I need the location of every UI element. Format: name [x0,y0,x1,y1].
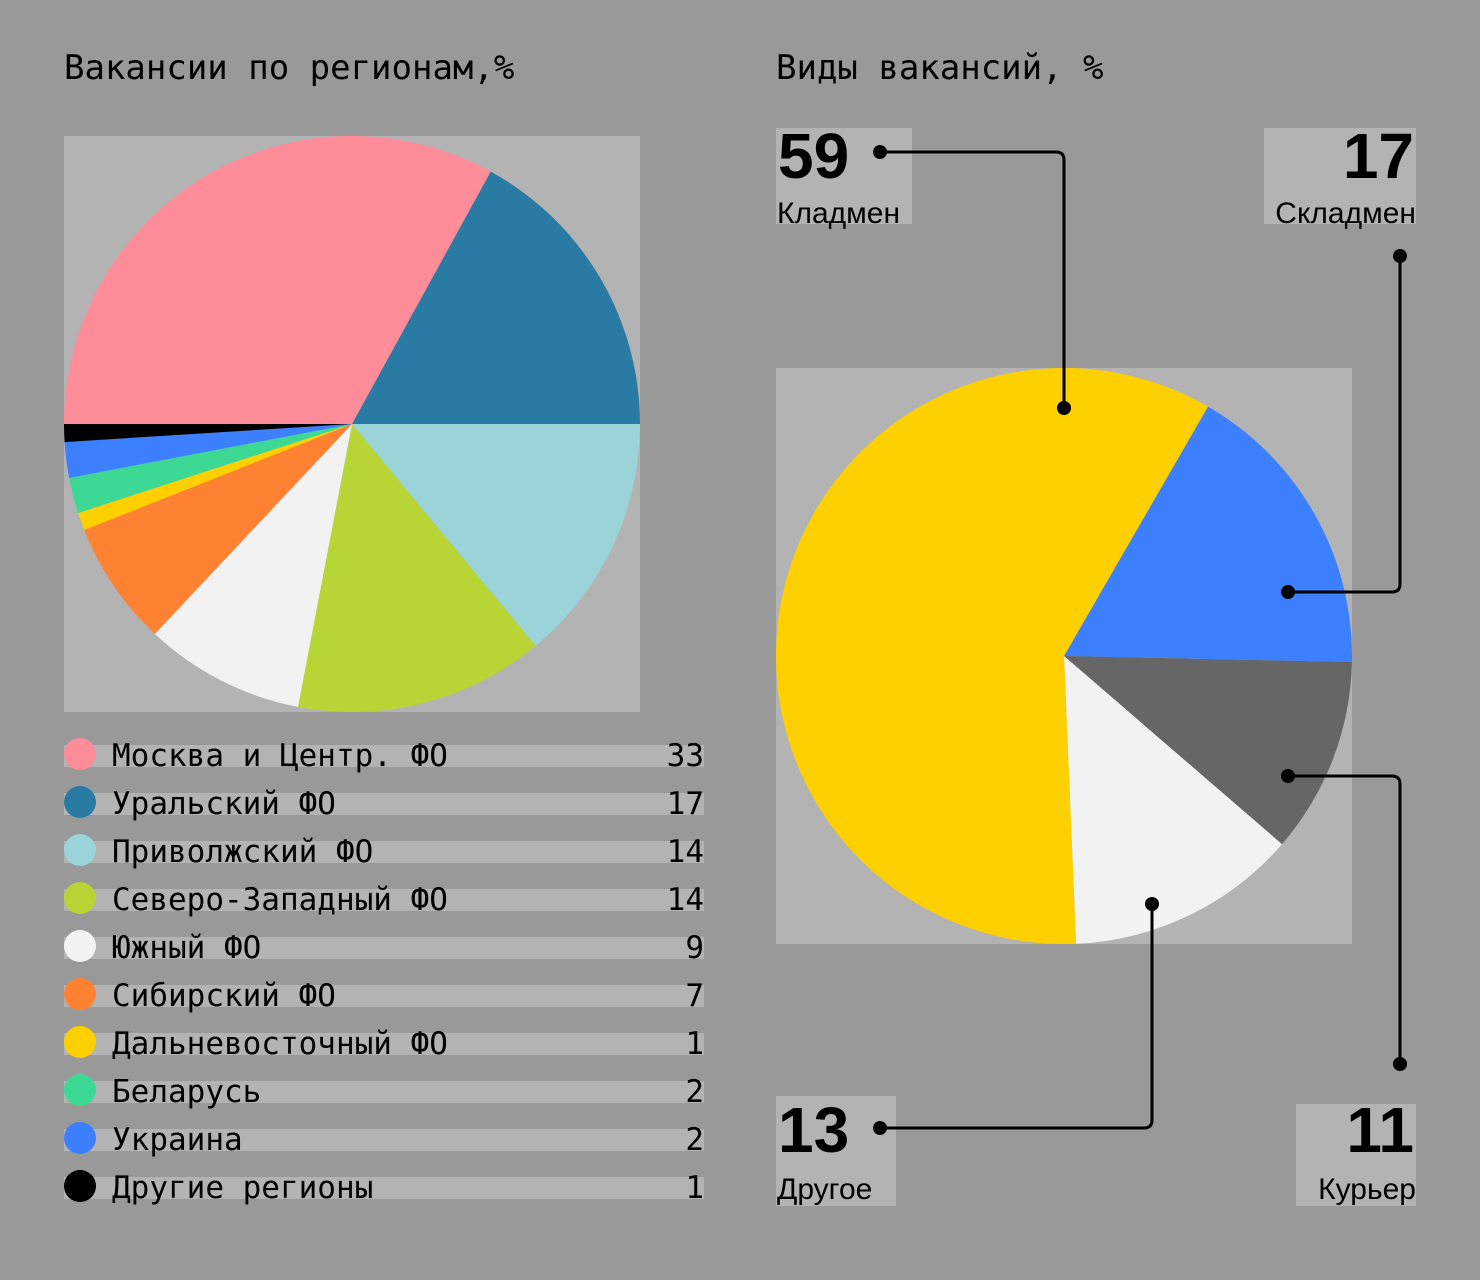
legend-item: Северо-Западный ФО 14 [64,880,704,928]
legend-item: Дальневосточный ФО 1 [64,1024,704,1072]
callout-label-kladmen: Кладмен [777,197,901,230]
legend-swatch [64,1026,96,1058]
legend-swatch [64,1170,96,1202]
types-chart-title: Виды вакансий, % [776,48,1104,88]
types-pie-chart [776,368,1353,945]
callout-value-drugoe: 13 [778,1094,850,1166]
legend-value: 1 [685,1026,704,1062]
legend-swatch [64,834,96,866]
legend-label: Москва и Центр. ФО [112,738,448,774]
legend-value: 2 [685,1122,704,1158]
legend-label: Беларусь [112,1074,262,1110]
legend-item: Уральский ФО 17 [64,784,704,832]
legend-label: Дальневосточный ФО [112,1026,448,1062]
legend-swatch [64,882,96,914]
legend-swatch [64,930,96,962]
legend-label: Уральский ФО [112,786,336,822]
legend-item: Другие регионы 1 [64,1168,704,1216]
connector-dot [1393,1057,1407,1071]
legend-swatch [64,738,96,770]
legend-item: Украина 2 [64,1120,704,1168]
regions-chart-title: Вакансии по регионам,% [64,48,515,88]
legend-label: Сибирский ФО [112,978,336,1014]
legend-value: 33 [666,738,704,774]
legend-item: Сибирский ФО 7 [64,976,704,1024]
legend-value: 14 [666,882,704,918]
legend-item: Москва и Центр. ФО 33 [64,736,704,784]
legend-label: Украина [112,1122,243,1158]
legend-swatch [64,1122,96,1154]
legend-label: Другие регионы [112,1170,374,1206]
legend-item: Беларусь 2 [64,1072,704,1120]
legend-label: Приволжский ФО [112,834,374,870]
callout-label-kurier: Курьер [1318,1173,1416,1206]
legend-value: 9 [685,930,704,966]
legend-item: Южный ФО 9 [64,928,704,976]
regions-pie-chart [64,135,640,713]
legend-swatch [64,786,96,818]
regions-legend: Москва и Центр. ФО 33 Уральский ФО 17 Привол… [64,736,704,1216]
legend-value: 7 [685,978,704,1014]
legend-value: 14 [666,834,704,870]
callout-value-kurier: 11 [1346,1094,1414,1166]
legend-value: 2 [685,1074,704,1110]
legend-item: Приволжский ФО 14 [64,832,704,880]
legend-swatch [64,1074,96,1106]
callout-label-drugoe: Другое [777,1173,873,1206]
legend-value: 1 [685,1170,704,1206]
connector-dot [1393,249,1407,263]
callout-label-skladmen: Складмен [1275,197,1416,230]
legend-value: 17 [666,786,704,822]
legend-swatch [64,978,96,1010]
legend-label: Северо-Западный ФО [112,882,448,918]
callout-value-kladmen: 59 [778,120,850,192]
callout-value-skladmen: 17 [1342,120,1414,192]
legend-label: Южный ФО [112,930,262,966]
